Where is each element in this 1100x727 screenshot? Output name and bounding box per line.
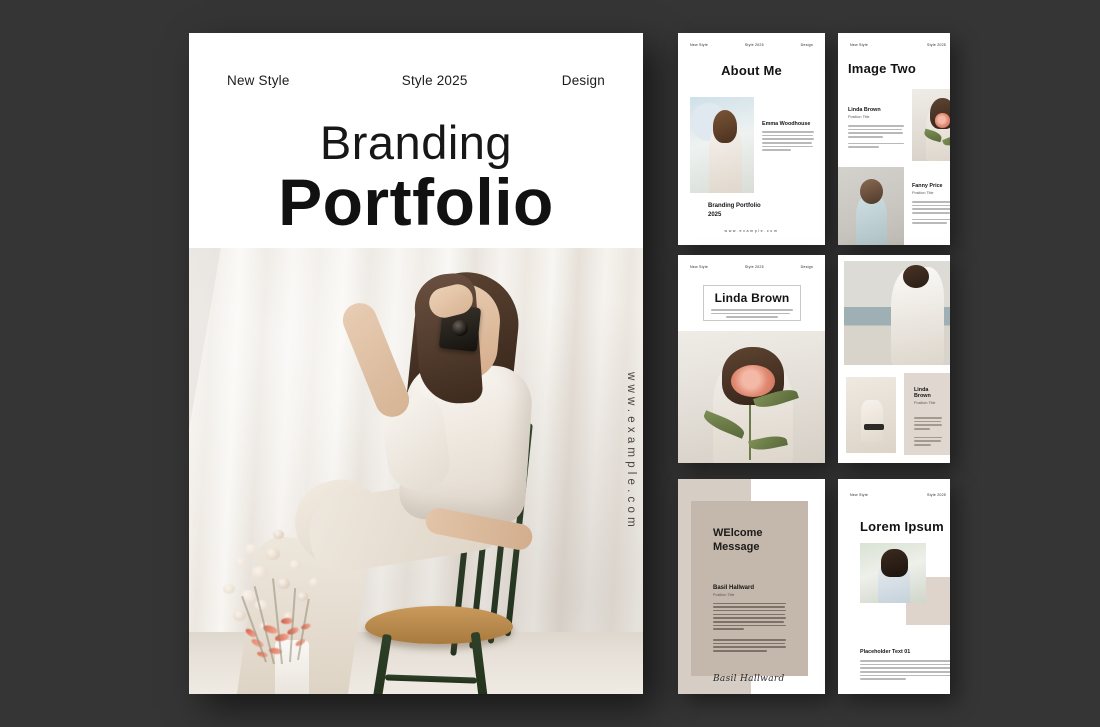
image-two-person-1-title: Position Title [848, 115, 870, 119]
thumbnail-image-two[interactable]: New Style Style 2025 Image Two Linda Bro… [838, 33, 950, 245]
lorem-heading: Lorem Ipsum [860, 519, 944, 534]
dried-bloom [289, 560, 301, 570]
thumbnail-lorem-ipsum[interactable]: New Style Style 2025 Lorem Ipsum Placeho… [838, 479, 950, 694]
welcome-heading-line-2: Message [713, 540, 760, 553]
linda-brown-photo [678, 331, 825, 463]
welcome-signature: Basil Hallward [713, 673, 785, 684]
dried-bloom [223, 584, 235, 594]
thumbnail-welcome-message[interactable]: WElcome Message Basil Hallward Position … [678, 479, 825, 694]
dried-bloom [251, 566, 268, 579]
image-two-person-1-body-2 [848, 142, 904, 148]
cover-header-area: New Style Style 2025 Design Branding Por… [189, 33, 643, 248]
about-me-nav-right: Design [800, 43, 813, 47]
thumbnail-about-me[interactable]: New Style Style 2025 Design About Me Emm… [678, 33, 825, 245]
image-two-photo-1 [912, 89, 950, 161]
welcome-person-title: Position Title [713, 592, 735, 597]
lorem-subheading: Placeholder Text 01 [860, 649, 911, 655]
about-me-heading: About Me [721, 63, 782, 78]
beach-body-2 [914, 436, 942, 446]
cover-nav-center: Style 2025 [401, 73, 468, 88]
dried-bloom [309, 578, 319, 587]
welcome-person-name: Basil Hallward [713, 584, 755, 591]
leaf-icon [942, 133, 950, 148]
mockup-canvas: New Style Style 2025 Design Branding Por… [0, 0, 1100, 727]
image-two-nav: New Style Style 2025 [838, 33, 950, 47]
rose-icon [934, 113, 950, 128]
image-two-nav-center: Style 2025 [927, 43, 946, 47]
linda-brown-nav: New Style Style 2025 Design [678, 255, 825, 269]
leaf-icon [747, 432, 788, 453]
dried-bloom [265, 548, 280, 560]
cover-photo: www.example.com [189, 248, 643, 694]
dried-bloom [233, 610, 246, 621]
lorem-nav-center: Style 2025 [927, 493, 946, 497]
linda-brown-body [711, 309, 793, 318]
linda-brown-heading: Linda Brown [714, 291, 790, 305]
image-two-person-2-title: Position Title [912, 191, 934, 195]
about-me-nav: New Style Style 2025 Design [678, 33, 825, 47]
cover-title: Branding Portfolio [189, 118, 643, 241]
image-two-person-1-body [848, 125, 904, 138]
beach-photo [844, 261, 950, 365]
lorem-body [860, 660, 950, 681]
cover-nav-right: Design [561, 73, 605, 88]
dried-bloom [273, 530, 284, 539]
about-me-nav-center: Style 2025 [744, 43, 764, 47]
image-two-nav-left: New Style [850, 43, 868, 47]
beach-person-name: Linda Brown [914, 387, 931, 399]
leaf-icon [700, 410, 747, 440]
cover-vertical-url: www.example.com [625, 372, 637, 531]
about-me-person-name: Emma Woodhouse [762, 121, 811, 127]
image-two-person-2-body-2 [912, 218, 950, 224]
image-two-heading: Image Two [848, 61, 917, 76]
lorem-nav-left: New Style [850, 493, 868, 497]
thumbnail-linda-brown[interactable]: New Style Style 2025 Design Linda Brown [678, 255, 825, 463]
dried-bloom [245, 544, 257, 554]
beach-person-title: Position Title [914, 401, 936, 405]
dried-bloom [235, 558, 246, 567]
cover-title-line-2: Portfolio [278, 165, 554, 240]
thumbnail-beach-spread[interactable]: Linda Brown Position Title [838, 255, 950, 463]
lorem-photo [860, 543, 926, 603]
cover-photo-scene [189, 248, 643, 694]
dried-bloom [277, 578, 290, 589]
welcome-body-2 [713, 638, 786, 652]
image-two-person-2-name: Fanny Price [912, 183, 943, 189]
linda-brown-nav-left: New Style [690, 265, 708, 269]
cover-nav-left: New Style [227, 73, 290, 88]
welcome-body-1 [713, 602, 786, 630]
image-two-person-1-name: Linda Brown [848, 107, 881, 113]
about-me-caption-line-1: Branding Portfolio [708, 203, 761, 209]
about-me-photo [690, 97, 754, 193]
about-me-footer: www.example.com [724, 229, 779, 233]
cover-nav: New Style Style 2025 Design [189, 73, 643, 88]
about-me-body [762, 131, 814, 152]
image-two-person-2-body [912, 201, 950, 214]
about-me-caption-line-2: 2025 [708, 212, 722, 218]
welcome-panel: WElcome Message Basil Hallward Position … [691, 501, 808, 684]
lorem-nav: New Style Style 2025 [838, 479, 950, 497]
cover-title-line-1: Branding [319, 116, 513, 169]
linda-brown-nav-center: Style 2025 [744, 265, 764, 269]
linda-brown-nav-right: Design [800, 265, 813, 269]
about-me-nav-left: New Style [690, 43, 708, 47]
cover-page: New Style Style 2025 Design Branding Por… [189, 33, 643, 694]
welcome-heading-line-1: WElcome [713, 527, 763, 539]
flower-stalk [748, 391, 751, 461]
dried-bloom [297, 592, 308, 601]
beach-text-panel: Linda Brown Position Title [904, 373, 950, 455]
rose-icon [730, 365, 775, 397]
image-two-photo-2 [838, 167, 904, 245]
chair-photo [846, 377, 896, 453]
beach-body-1 [914, 417, 942, 430]
leaf-icon [923, 128, 943, 142]
